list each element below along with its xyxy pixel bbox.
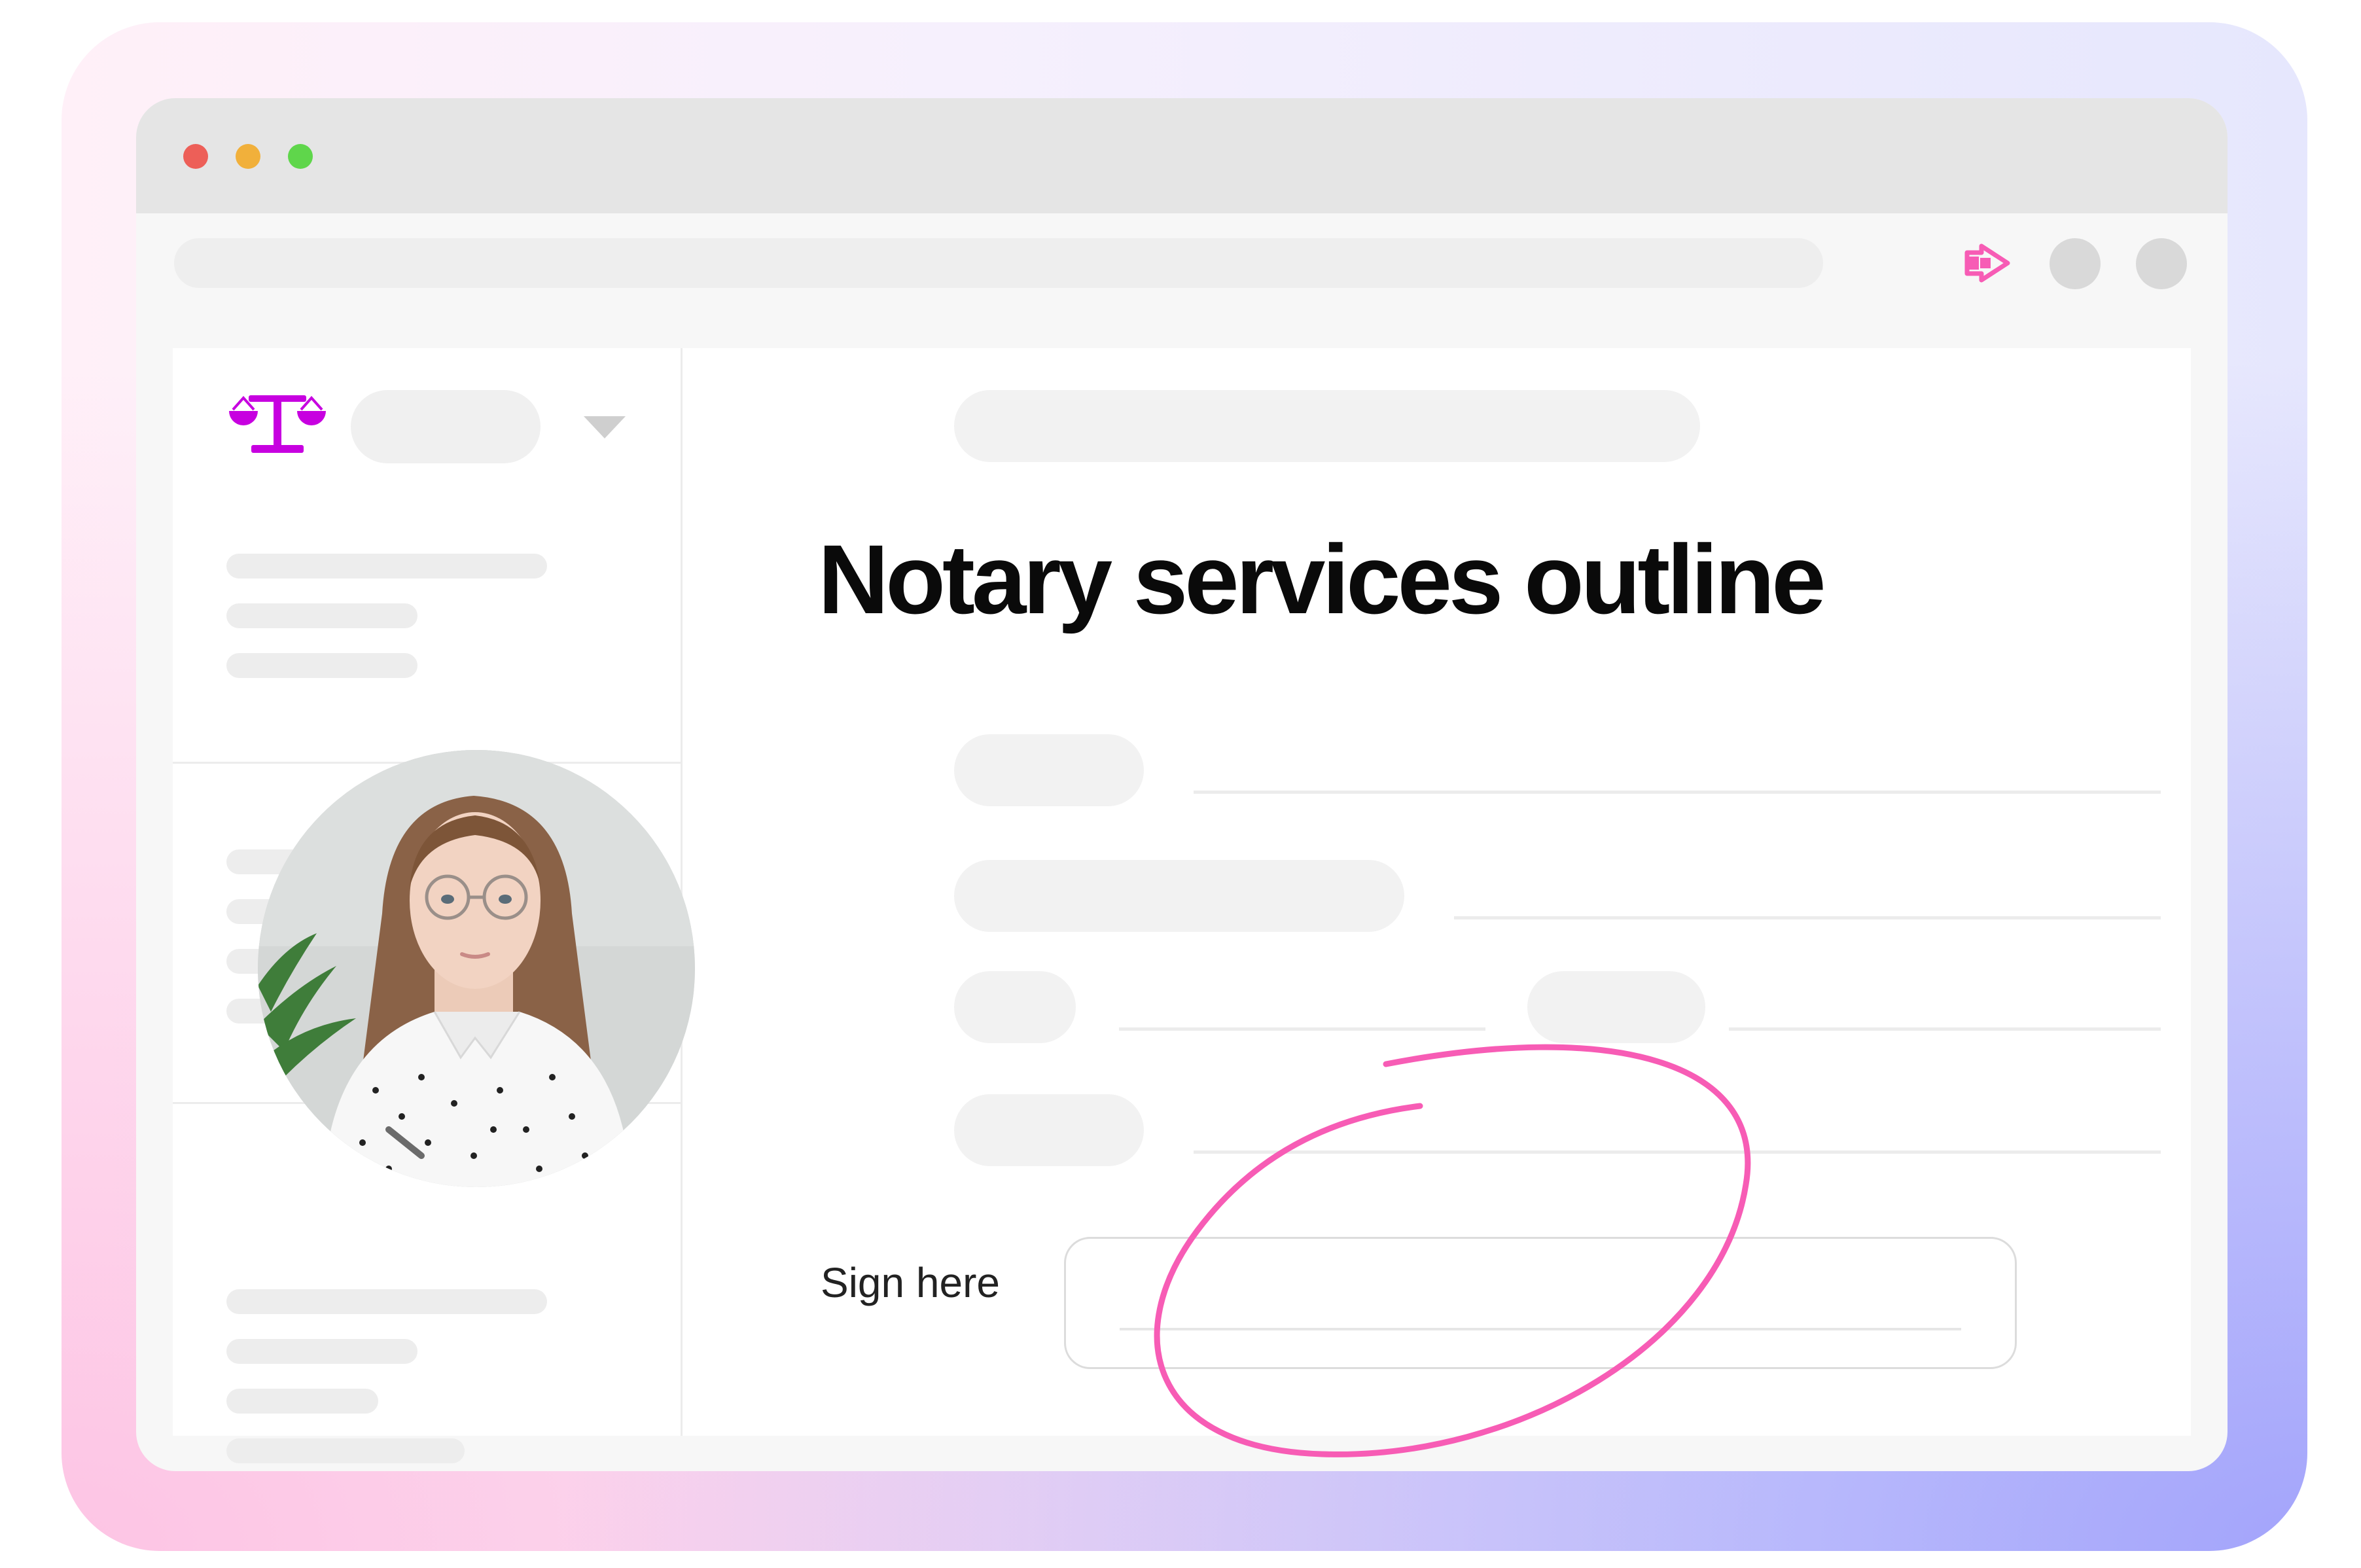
sidebar-item[interactable] xyxy=(226,1289,547,1314)
chevron-down-icon[interactable] xyxy=(584,416,626,438)
sidebar-item[interactable] xyxy=(226,554,547,579)
profile-button[interactable] xyxy=(2050,238,2101,289)
sidebar-item[interactable] xyxy=(226,1339,417,1364)
field-label-placeholder xyxy=(954,734,1144,806)
address-bar[interactable] xyxy=(174,238,1823,288)
window-titlebar xyxy=(136,98,2228,213)
sidebar-item[interactable] xyxy=(226,653,417,678)
signature-field[interactable] xyxy=(1064,1237,2017,1369)
page-title: Notary services outline xyxy=(818,524,1826,634)
workspace-selector[interactable] xyxy=(351,390,541,463)
close-window-button[interactable] xyxy=(183,144,208,169)
sign-here-label: Sign here xyxy=(821,1259,1000,1306)
menu-button[interactable] xyxy=(2136,238,2187,289)
maximize-window-button[interactable] xyxy=(288,144,313,169)
breadcrumb-placeholder xyxy=(954,390,1700,462)
sidebar-item[interactable] xyxy=(226,1389,378,1414)
user-avatar xyxy=(258,750,695,1187)
extension-button[interactable] xyxy=(1961,238,2013,288)
field-line[interactable] xyxy=(1729,1027,2161,1031)
field-label-placeholder xyxy=(954,1094,1144,1166)
minimize-window-button[interactable] xyxy=(236,144,260,169)
field-label-placeholder xyxy=(954,860,1404,932)
sidebar-item[interactable] xyxy=(226,603,417,628)
field-line[interactable] xyxy=(1119,1027,1485,1031)
user-avatar-photo xyxy=(258,750,695,1187)
sidebar-item[interactable] xyxy=(226,1438,465,1463)
field-line[interactable] xyxy=(1194,791,2161,794)
field-line[interactable] xyxy=(1194,1150,2161,1154)
field-label-placeholder xyxy=(954,971,1076,1043)
arrow-right-extension-icon xyxy=(1964,243,2010,283)
signature-line xyxy=(1120,1328,1961,1330)
scales-of-justice-icon xyxy=(229,395,326,453)
field-line[interactable] xyxy=(1454,916,2161,919)
field-label-placeholder xyxy=(1527,971,1705,1043)
